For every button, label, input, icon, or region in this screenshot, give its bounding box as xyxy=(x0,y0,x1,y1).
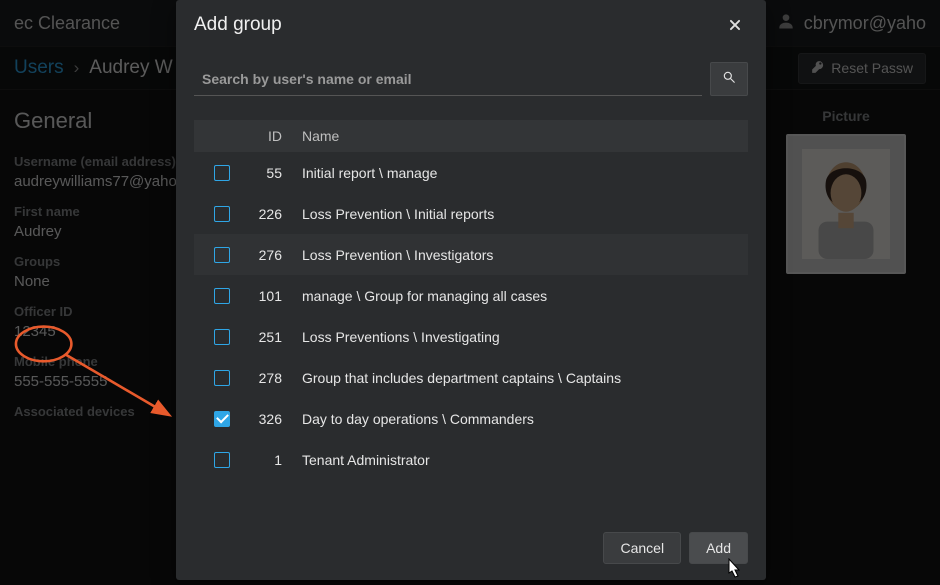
group-table: ID Name 55Initial report \ manage226Loss… xyxy=(194,120,748,480)
table-row[interactable]: 1Tenant Administrator xyxy=(194,439,748,480)
table-row[interactable]: 101manage \ Group for managing all cases xyxy=(194,275,748,316)
table-header: ID Name xyxy=(194,120,748,152)
row-name: manage \ Group for managing all cases xyxy=(302,288,748,304)
row-id: 1 xyxy=(242,452,302,468)
row-checkbox[interactable] xyxy=(214,329,230,345)
row-name: Group that includes department captains … xyxy=(302,370,748,386)
row-name: Loss Preventions \ Investigating xyxy=(302,329,748,345)
row-id: 226 xyxy=(242,206,302,222)
search-button[interactable] xyxy=(710,62,748,96)
modal-title: Add group xyxy=(194,14,748,36)
table-row[interactable]: 278Group that includes department captai… xyxy=(194,357,748,398)
add-group-modal: Add group ID Name 55Initial report \ man… xyxy=(176,0,766,580)
table-row[interactable]: 251Loss Preventions \ Investigating xyxy=(194,316,748,357)
table-row[interactable]: 326Day to day operations \ Commanders xyxy=(194,398,748,439)
col-header-name[interactable]: Name xyxy=(302,128,748,144)
row-id: 101 xyxy=(242,288,302,304)
row-name: Day to day operations \ Commanders xyxy=(302,411,748,427)
cancel-button[interactable]: Cancel xyxy=(603,532,681,564)
row-checkbox[interactable] xyxy=(214,288,230,304)
row-name: Initial report \ manage xyxy=(302,165,748,181)
search-input[interactable] xyxy=(194,62,702,96)
modal-actions: Cancel Add xyxy=(194,516,748,564)
row-checkbox[interactable] xyxy=(214,452,230,468)
row-id: 326 xyxy=(242,411,302,427)
row-checkbox[interactable] xyxy=(214,206,230,222)
add-button[interactable]: Add xyxy=(689,532,748,564)
row-checkbox[interactable] xyxy=(214,411,230,427)
col-header-id[interactable]: ID xyxy=(242,128,302,144)
row-checkbox[interactable] xyxy=(214,370,230,386)
table-body: 55Initial report \ manage226Loss Prevent… xyxy=(194,152,748,480)
row-name: Tenant Administrator xyxy=(302,452,748,468)
row-id: 276 xyxy=(242,247,302,263)
row-id: 278 xyxy=(242,370,302,386)
search-row xyxy=(194,62,748,96)
row-checkbox[interactable] xyxy=(214,247,230,263)
row-name: Loss Prevention \ Investigators xyxy=(302,247,748,263)
close-icon[interactable] xyxy=(728,18,746,36)
table-row[interactable]: 276Loss Prevention \ Investigators xyxy=(194,234,748,275)
row-name: Loss Prevention \ Initial reports xyxy=(302,206,748,222)
row-id: 55 xyxy=(242,165,302,181)
row-id: 251 xyxy=(242,329,302,345)
row-checkbox[interactable] xyxy=(214,165,230,181)
table-row[interactable]: 55Initial report \ manage xyxy=(194,152,748,193)
table-row[interactable]: 226Loss Prevention \ Initial reports xyxy=(194,193,748,234)
search-icon xyxy=(722,70,736,89)
